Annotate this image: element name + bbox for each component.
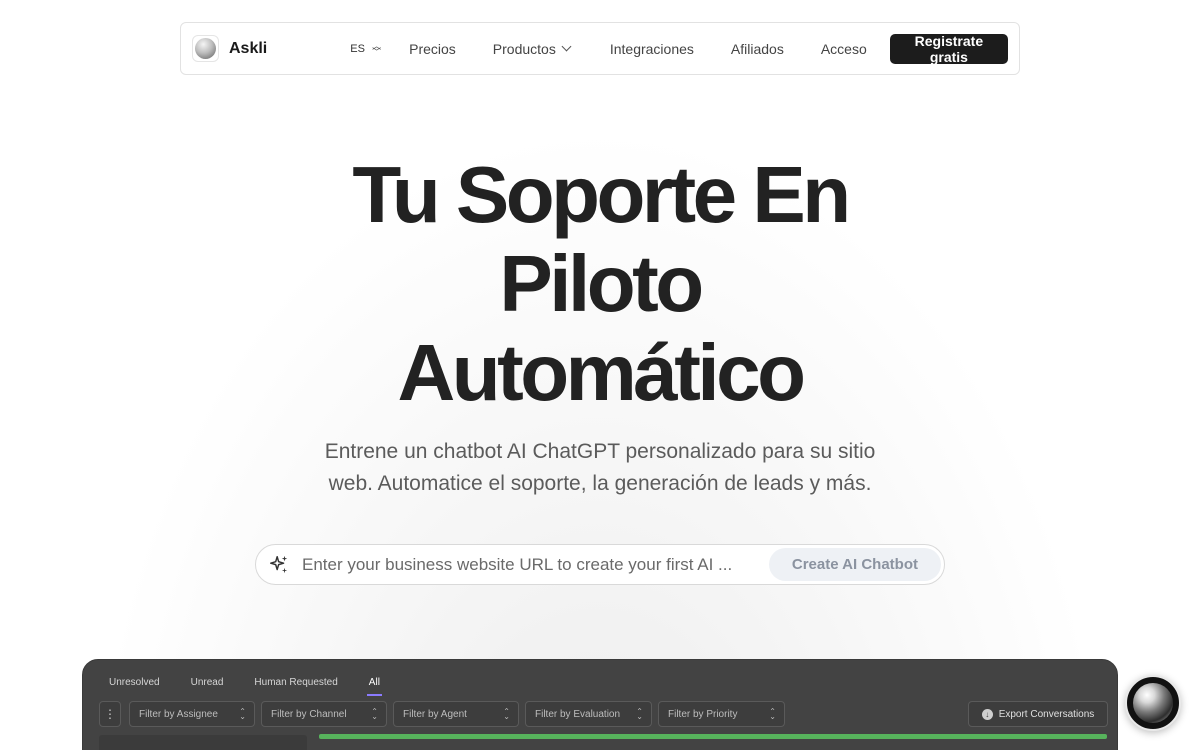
conversation-tabs: Unresolved Unread Human Requested All <box>109 677 411 696</box>
export-conversations-label: Export Conversations <box>998 708 1095 720</box>
filter-agent-label: Filter by Agent <box>403 708 467 720</box>
logo-icon <box>192 35 219 62</box>
chat-widget-button[interactable] <box>1125 675 1181 731</box>
language-label: ES <box>350 42 365 55</box>
nav-link-productos-label: Productos <box>492 40 556 57</box>
tab-unread[interactable]: Unread <box>191 677 224 688</box>
filter-channel[interactable]: Filter by Channel ⌃ ⌄ <box>261 701 387 727</box>
hero-title-line-1: Tu Soporte En <box>352 150 851 239</box>
url-form: Create AI Chatbot <box>255 544 945 585</box>
filter-bar: ⋮ Filter by Assignee ⌃ ⌄ Filter by Channe… <box>99 701 791 727</box>
chevron-up-down-icon: ⌃ ⌄ <box>503 707 510 721</box>
nav-link-afiliados[interactable]: Afiliados <box>731 41 784 57</box>
more-vertical-icon[interactable]: ⋮ <box>99 701 121 727</box>
hero-title: Tu Soporte En Piloto Automático <box>0 150 1200 417</box>
chevron-up-down-icon: ⌃ ⌄ <box>636 707 643 721</box>
nav-link-precios[interactable]: Precios <box>409 41 456 57</box>
filter-priority[interactable]: Filter by Priority ⌃ ⌄ <box>658 701 785 727</box>
export-icon: ↓ <box>981 708 993 720</box>
hero-title-line-2: Piloto <box>499 239 704 328</box>
brand-name: Askli <box>229 39 268 57</box>
top-navbar: Askli ES ︿ ﹀ Precios Productos Integracio… <box>180 22 1020 75</box>
hero-subtitle-line-1: Entrene un chatbot AI ChatGPT personaliz… <box>324 440 876 463</box>
brand-logo[interactable]: Askli <box>192 35 267 62</box>
tab-human-requested[interactable]: Human Requested <box>254 677 337 688</box>
chevron-up-down-icon: ⌃ ⌄ <box>239 707 246 721</box>
tab-all[interactable]: All <box>366 677 383 696</box>
filter-evaluation-label: Filter by Evaluation <box>535 708 621 720</box>
filter-agent[interactable]: Filter by Agent ⌃ ⌄ <box>393 701 519 727</box>
filter-priority-label: Filter by Priority <box>668 708 738 720</box>
signup-button[interactable]: Registrate gratis <box>889 33 1008 65</box>
nav-link-acceso[interactable]: Acceso <box>821 41 867 57</box>
hero-title-line-3: Automático <box>397 328 807 417</box>
nav-link-productos[interactable]: Productos <box>492 40 572 57</box>
export-conversations-button[interactable]: ↓ Export Conversations <box>968 701 1108 727</box>
dashboard-preview: Unresolved Unread Human Requested All ⋮ … <box>82 659 1118 750</box>
sparkle-icon <box>270 555 288 573</box>
chevron-up-down-icon: ︿ ﹀ <box>372 40 382 57</box>
website-url-input[interactable] <box>302 554 769 575</box>
filter-evaluation[interactable]: Filter by Evaluation ⌃ ⌄ <box>525 701 652 727</box>
tab-unresolved[interactable]: Unresolved <box>109 677 160 688</box>
chevron-up-down-icon: ⌃ ⌄ <box>769 707 776 721</box>
conversation-list-item[interactable] <box>99 735 307 750</box>
filter-assignee-label: Filter by Assignee <box>139 708 218 720</box>
chevron-up-down-icon: ⌃ ⌄ <box>371 707 378 721</box>
chevron-down-icon <box>561 41 572 52</box>
filter-assignee[interactable]: Filter by Assignee ⌃ ⌄ <box>129 701 255 727</box>
language-select[interactable]: ES ︿ ﹀ <box>342 35 389 63</box>
filter-channel-label: Filter by Channel <box>271 708 347 720</box>
hero-subtitle-line-2: web. Automatice el soporte, la generació… <box>328 472 872 495</box>
progress-bar <box>319 734 1107 739</box>
hero-subtitle: Entrene un chatbot AI ChatGPT personaliz… <box>0 436 1200 500</box>
nav-link-integraciones[interactable]: Integraciones <box>610 41 694 57</box>
create-chatbot-button[interactable]: Create AI Chatbot <box>768 548 941 581</box>
chat-bot-icon <box>1133 683 1173 723</box>
